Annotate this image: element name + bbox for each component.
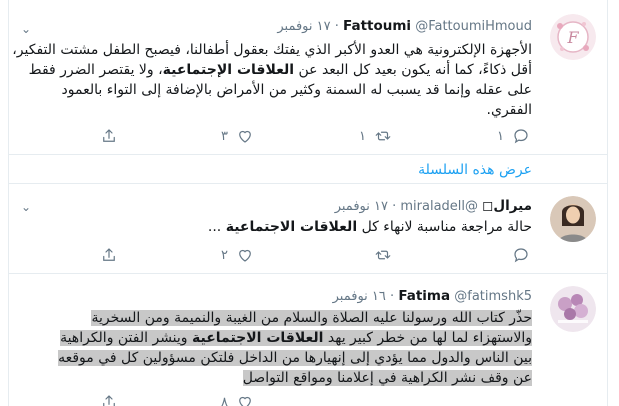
heart-icon xyxy=(239,396,251,406)
tweet-header: Fattoumi @FattoumiHmoud · ١٧ نوفمبر xyxy=(277,18,532,34)
tweet-text-selected: عن وقف نشر الكراهية في إعلامنا ومواقع ال… xyxy=(242,370,532,386)
tweet-text-line: والاستهزاء لما لها من خطر كبير يهد العلا… xyxy=(9,328,532,348)
tweet-text-part: حالة مراجعة مناسبة لانهاء كل xyxy=(357,219,532,235)
divider xyxy=(9,154,607,155)
chevron-down-icon[interactable]: ⌄ xyxy=(17,198,35,216)
retweet-button[interactable] xyxy=(374,244,392,266)
timestamp[interactable]: ١٦ نوفمبر xyxy=(333,289,386,304)
tweet-text-line: حذّر كتاب الله ورسولنا عليه الصلاة والسل… xyxy=(9,308,532,328)
heart-icon xyxy=(239,130,251,143)
tweet-text: حذّر كتاب الله ورسولنا عليه الصلاة والسل… xyxy=(9,308,532,388)
timestamp[interactable]: ١٧ نوفمبر xyxy=(277,19,330,34)
display-name[interactable]: ميرال xyxy=(493,198,532,214)
tweet-text-bold: العلاقات الاجتماعية xyxy=(192,330,324,346)
retweet-icon xyxy=(375,250,391,260)
timeline: F Fattoumi @FattoumiHmoud · ١٧ نوفمبر ⌄ … xyxy=(8,0,608,406)
tweet-text-selected: حذّر كتاب الله ورسولنا عليه الصلاة والسل… xyxy=(91,310,532,326)
name-emoji: ◻ xyxy=(482,198,494,214)
share-button[interactable] xyxy=(100,125,118,147)
svg-text:F: F xyxy=(566,28,579,47)
tweet-text-bold: العلاقات الإجتماعية xyxy=(162,62,295,78)
show-thread-link[interactable]: عرض هذه السلسلة xyxy=(418,162,532,178)
share-icon xyxy=(103,248,115,261)
tweet[interactable]: F Fattoumi @FattoumiHmoud · ١٧ نوفمبر ⌄ … xyxy=(9,0,607,182)
user-handle[interactable]: @fatimshk5 xyxy=(454,289,532,304)
like-count: ٢ xyxy=(221,247,228,263)
share-icon xyxy=(103,395,115,406)
avatar[interactable]: F xyxy=(550,14,596,60)
separator-dot: · xyxy=(392,199,397,214)
tweet-text-line: عن وقف نشر الكراهية في إعلامنا ومواقع ال… xyxy=(9,368,532,388)
tweet-header: Fatima @fatimshk5 · ١٦ نوفمبر xyxy=(333,288,532,304)
separator-dot: · xyxy=(334,19,339,34)
reply-button[interactable] xyxy=(512,244,530,266)
tweet-text-bold: العلاقات الاجتماعية xyxy=(225,219,358,235)
retweet-button[interactable]: ١ xyxy=(359,125,392,147)
like-count: ٨ xyxy=(221,394,228,406)
tweet-actions: ٨ xyxy=(9,391,607,406)
tweet-text-selected: بين الناس والدول مما يؤدي إلى إنهيارها م… xyxy=(58,350,532,366)
separator-dot: · xyxy=(390,289,395,304)
tweet[interactable]: Fatima @fatimshk5 · ١٦ نوفمبر حذّر كتاب … xyxy=(9,274,607,406)
share-button[interactable] xyxy=(100,244,118,266)
tweet-text-part: وينشر الفتن والكراهية xyxy=(60,330,193,346)
retweet-icon xyxy=(375,131,391,141)
reply-button[interactable]: ١ xyxy=(497,125,530,147)
share-button[interactable] xyxy=(100,391,118,406)
timestamp[interactable]: ١٧ نوفمبر xyxy=(335,199,388,214)
display-name[interactable]: Fattoumi xyxy=(343,18,411,34)
user-handle[interactable]: @FattoumiHmoud xyxy=(415,19,532,34)
like-button[interactable]: ٨ xyxy=(221,391,254,406)
tweet-text-part: والاستهزاء لما لها من خطر كبير يهد xyxy=(323,330,532,346)
like-button[interactable]: ٢ xyxy=(221,244,254,266)
like-button[interactable]: ٣ xyxy=(221,125,254,147)
like-count: ٣ xyxy=(221,128,228,144)
tweet-text-part: ... xyxy=(207,219,226,235)
avatar[interactable] xyxy=(550,196,596,242)
avatar[interactable] xyxy=(550,286,596,332)
display-name[interactable]: Fatima xyxy=(398,288,450,304)
heart-icon xyxy=(239,249,251,262)
tweet-actions: ١ ١ ٣ xyxy=(9,125,607,147)
chevron-down-icon[interactable]: ⌄ xyxy=(17,20,35,38)
tweet-header: ميرال◻ @miraladell · ١٧ نوفمبر xyxy=(335,198,532,214)
tweet-text: الأجهزة الإلكترونية هي العدو الأكبر الذي… xyxy=(12,40,532,120)
retweet-count: ١ xyxy=(359,128,366,144)
tweet-actions: ٢ xyxy=(9,244,607,266)
user-handle[interactable]: @miraladell xyxy=(400,199,478,214)
tweet-text: حالة مراجعة مناسبة لانهاء كل العلاقات ال… xyxy=(12,217,532,237)
share-icon xyxy=(103,129,115,142)
reply-icon xyxy=(514,129,528,144)
tweet-text-line: بين الناس والدول مما يؤدي إلى إنهيارها م… xyxy=(9,348,532,368)
reply-icon xyxy=(514,248,528,263)
reply-count: ١ xyxy=(497,128,504,144)
tweet[interactable]: ميرال◻ @miraladell · ١٧ نوفمبر ⌄ حالة مر… xyxy=(9,184,607,272)
